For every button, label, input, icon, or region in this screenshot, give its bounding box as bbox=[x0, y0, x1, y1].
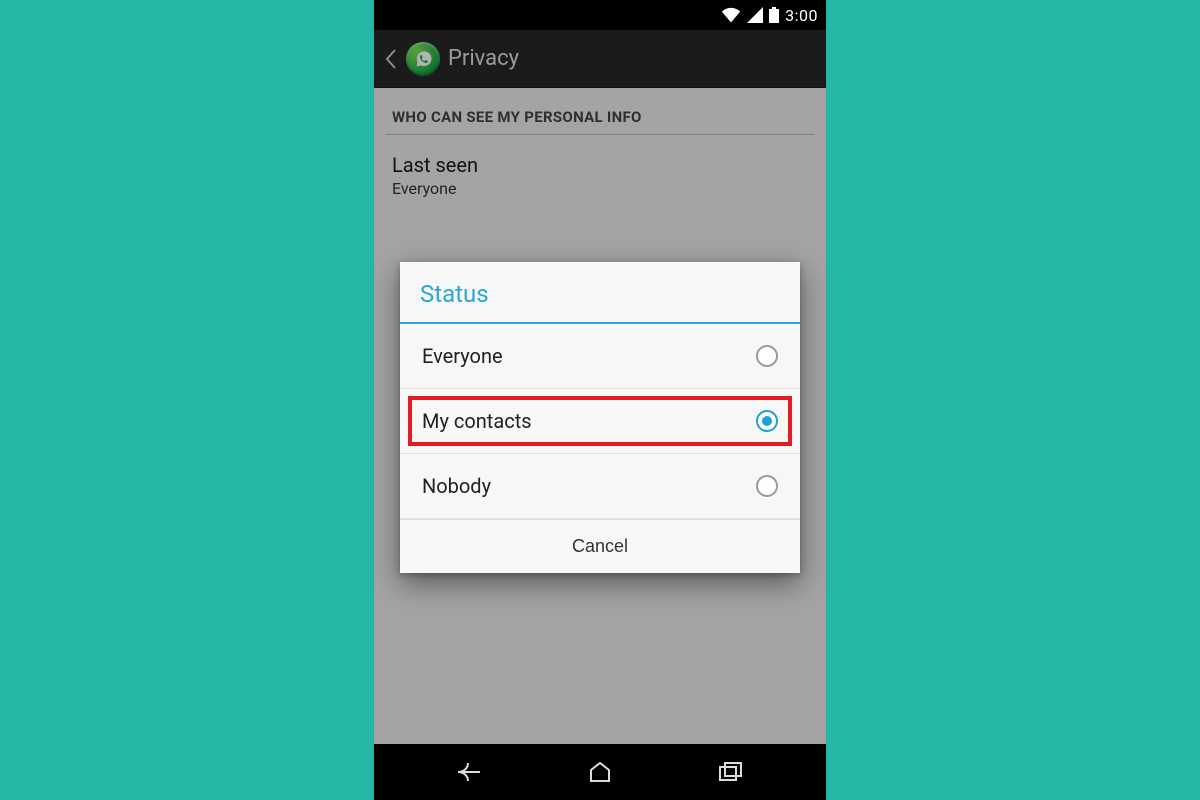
battery-icon bbox=[769, 7, 779, 23]
cancel-button[interactable]: Cancel bbox=[400, 520, 800, 573]
radio-icon bbox=[756, 345, 778, 367]
status-time: 3:00 bbox=[785, 6, 818, 25]
android-nav-bar bbox=[374, 744, 826, 800]
nav-recent-icon[interactable] bbox=[707, 754, 755, 790]
option-nobody[interactable]: Nobody bbox=[400, 454, 800, 519]
option-my-contacts[interactable]: My contacts bbox=[400, 389, 800, 454]
option-everyone[interactable]: Everyone bbox=[400, 324, 800, 389]
status-dialog: Status Everyone My contacts Nobody Cance… bbox=[400, 262, 800, 573]
radio-icon bbox=[756, 475, 778, 497]
nav-home-icon[interactable] bbox=[576, 754, 624, 790]
radio-icon bbox=[756, 410, 778, 432]
dialog-title: Status bbox=[400, 262, 800, 322]
signal-icon bbox=[747, 7, 763, 23]
option-label: Everyone bbox=[422, 344, 503, 368]
android-status-bar: 3:00 bbox=[374, 0, 826, 30]
wifi-icon bbox=[721, 7, 741, 23]
nav-back-icon[interactable] bbox=[445, 754, 493, 790]
dialog-actions: Cancel bbox=[400, 519, 800, 573]
option-label: Nobody bbox=[422, 474, 491, 498]
option-label: My contacts bbox=[422, 409, 532, 433]
phone-frame: 3:00 Privacy WHO CAN SEE MY PERSONAL INF… bbox=[374, 0, 826, 800]
